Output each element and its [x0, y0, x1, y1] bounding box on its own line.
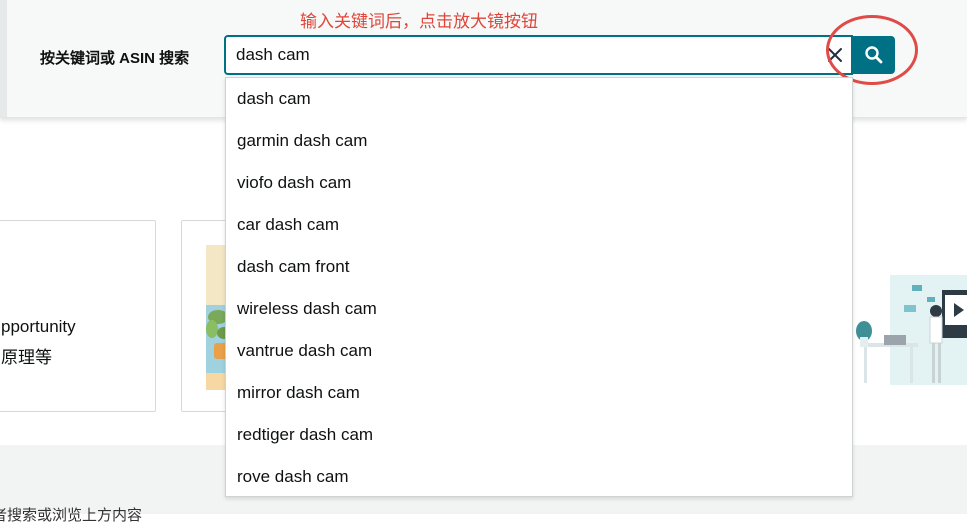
info-card-left[interactable]: pportunity 原理等	[0, 220, 156, 412]
card-text-line2: 原理等	[1, 348, 52, 367]
suggestion-item[interactable]: dash cam front	[237, 246, 837, 288]
close-icon[interactable]	[825, 45, 845, 65]
suggestion-item[interactable]: redtiger dash cam	[237, 414, 837, 456]
card-text-line1: pportunity	[1, 317, 76, 336]
info-card-right[interactable]	[852, 220, 967, 412]
suggestion-item[interactable]: car dash cam	[237, 204, 837, 246]
search-icon	[865, 46, 883, 64]
search-label: 按关键词或 ASIN 搜索	[40, 50, 190, 67]
suggestion-item[interactable]: wireless dash cam	[237, 288, 837, 330]
suggestion-item[interactable]: rove dash cam	[237, 456, 837, 498]
suggestion-item[interactable]: dash cam	[237, 78, 837, 120]
bottom-hint-text: 者搜索或浏览上方内容	[0, 507, 143, 524]
header-left-strip	[0, 0, 7, 117]
search-input[interactable]	[236, 37, 806, 73]
suggestion-item[interactable]: mirror dash cam	[237, 372, 837, 414]
suggestion-item[interactable]: garmin dash cam	[237, 120, 837, 162]
office-illustration	[856, 275, 967, 385]
suggestion-dropdown: dash cam garmin dash cam viofo dash cam …	[225, 77, 853, 497]
suggestion-item[interactable]: vantrue dash cam	[237, 330, 837, 372]
search-box[interactable]	[224, 35, 853, 75]
annotation-instruction: 输入关键词后，点击放大镜按钮	[300, 12, 538, 31]
search-button[interactable]	[853, 36, 895, 74]
suggestion-item[interactable]: viofo dash cam	[237, 162, 837, 204]
